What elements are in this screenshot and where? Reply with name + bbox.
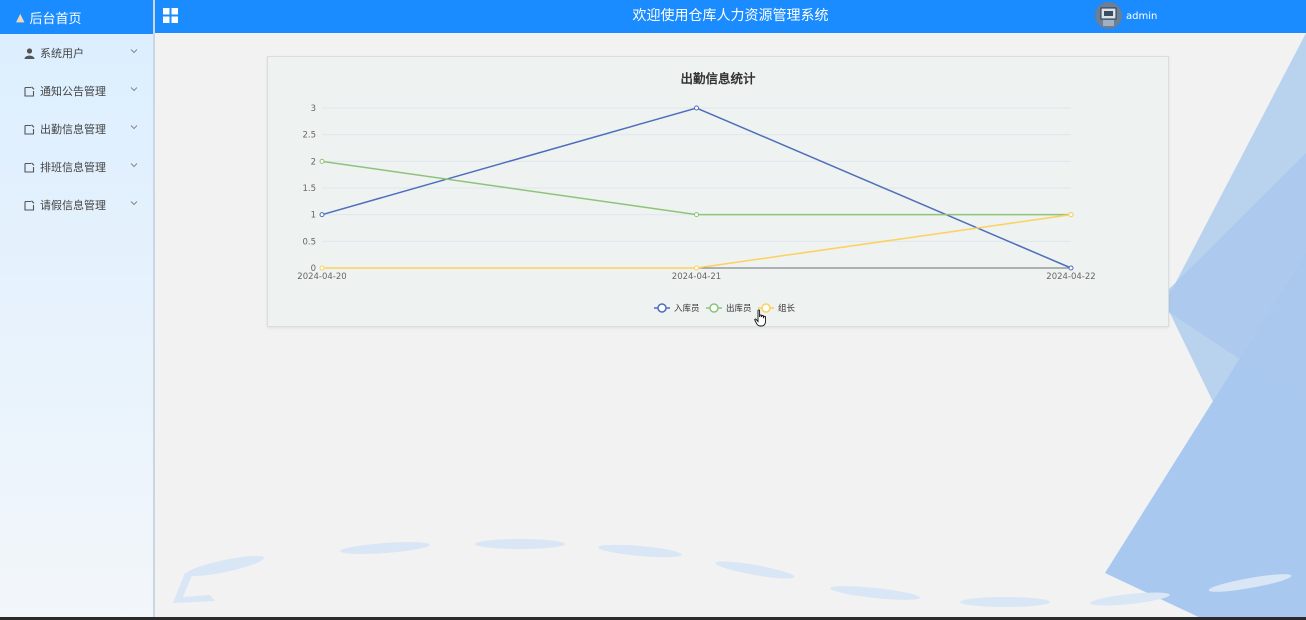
legend-marker [709, 303, 719, 313]
user-icon [23, 47, 35, 59]
sidebar-item-users[interactable]: 系统用户 [0, 34, 153, 72]
y-tick-label: 2.5 [302, 131, 316, 141]
sidebar-item-label: 请假信息管理 [40, 199, 106, 212]
sidebar-item-leave[interactable]: 请假信息管理 [0, 186, 153, 224]
y-tick-label: 3 [311, 104, 316, 114]
data-point[interactable] [319, 212, 325, 218]
chevron-down-icon [130, 125, 138, 130]
legend-label: 组长 [778, 303, 796, 314]
legend-label: 入库员 [674, 303, 700, 314]
sidebar: ▲ 后台首页 系统用户 通知公告管理 出勤信息管理 排班信息管理 请假信息管理 [0, 0, 155, 620]
y-tick-label: 1.5 [302, 184, 316, 194]
data-point[interactable] [319, 265, 325, 271]
chevron-down-icon [130, 49, 138, 54]
data-point[interactable] [694, 212, 699, 218]
top-header: 欢迎使用仓库人力资源管理系统 admin [155, 0, 1306, 33]
y-tick-label: 1 [311, 211, 316, 221]
document-icon [23, 85, 35, 97]
avatar-image-icon [1095, 2, 1122, 29]
username[interactable]: admin [1126, 0, 1157, 33]
sidebar-item-label: 排班信息管理 [40, 161, 106, 174]
chart-card: 出勤信息统计 0 0.5 1 1.5 2 2.5 3 2024-04-20 2024-04-21… [267, 56, 1169, 327]
document-icon [23, 161, 35, 173]
hand-pointer-icon [754, 309, 766, 327]
legend-item[interactable]: 入库员 [654, 303, 700, 314]
sidebar-home-label: 后台首页 [29, 11, 82, 27]
sidebar-item-schedule[interactable]: 排班信息管理 [0, 148, 153, 186]
data-point[interactable] [319, 158, 325, 164]
legend-label: 出库员 [726, 303, 752, 314]
home-icon: ▲ [16, 10, 25, 24]
data-point[interactable] [694, 265, 699, 271]
legend-item[interactable]: 出库员 [706, 303, 752, 314]
line-chart: 00.511.522.532024-04-20 2024-04-21 2024-04… [297, 104, 1095, 314]
chevron-down-icon [130, 87, 138, 92]
sidebar-home[interactable]: ▲ 后台首页 [0, 0, 153, 34]
x-tick-label: 2024-04-22 [1046, 272, 1095, 282]
sidebar-item-notices[interactable]: 通知公告管理 [0, 72, 153, 110]
chevron-down-icon [130, 201, 138, 206]
chevron-down-icon [130, 163, 138, 168]
data-point[interactable] [694, 105, 699, 111]
data-point[interactable] [1068, 212, 1074, 218]
sidebar-item-label: 系统用户 [40, 47, 84, 60]
document-icon [23, 123, 35, 135]
y-tick-label: 2 [311, 157, 316, 167]
sidebar-item-attendance[interactable]: 出勤信息管理 [0, 110, 153, 148]
sidebar-item-label: 通知公告管理 [40, 85, 106, 98]
x-tick-label: 2024-04-21 [672, 272, 721, 282]
y-tick-label: 0.5 [302, 237, 316, 247]
legend-marker [657, 303, 667, 313]
document-icon [23, 199, 35, 211]
data-point[interactable] [1068, 265, 1074, 271]
sidebar-item-label: 出勤信息管理 [40, 123, 106, 136]
avatar[interactable] [1095, 2, 1122, 29]
x-tick-label: 2024-04-20 [297, 272, 346, 282]
